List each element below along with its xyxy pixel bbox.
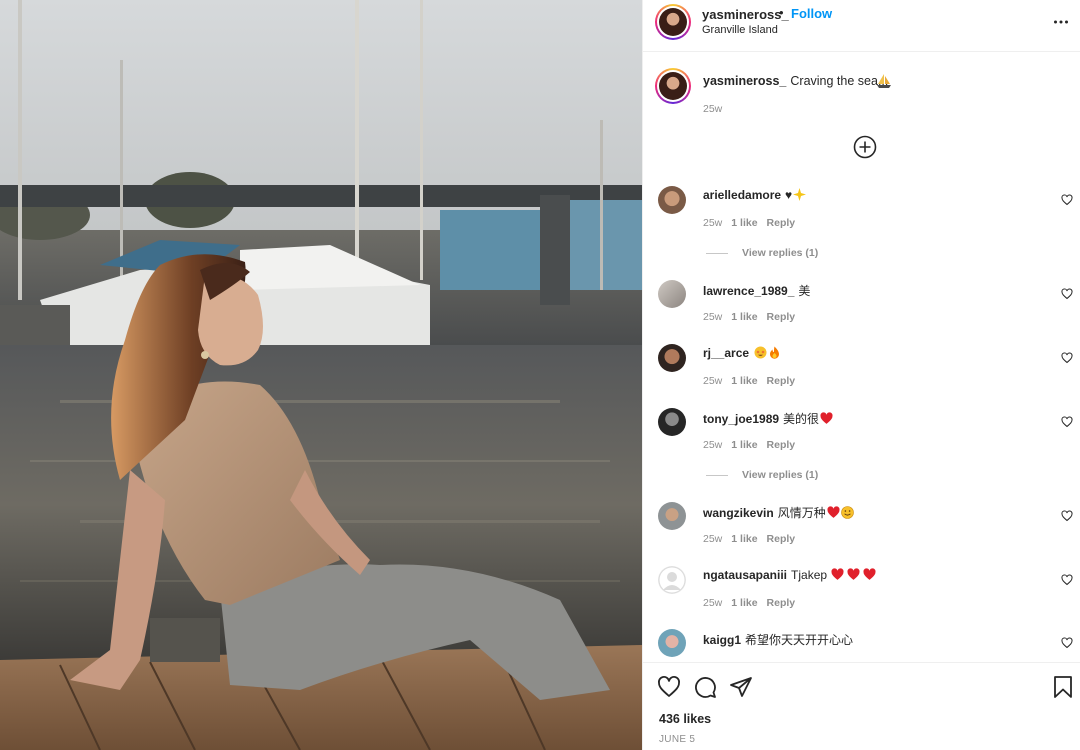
commenter-avatar[interactable]: [658, 566, 686, 594]
comment-meta: 25w 1 like Reply: [703, 375, 804, 387]
post-header: yasmineross_ • Follow Granville Island: [643, 0, 1080, 52]
caption-author-avatar[interactable]: [655, 68, 691, 104]
comment-body: 希望你天天开开心心: [745, 633, 854, 647]
red-heart-emoji-icon: [831, 568, 844, 580]
comment-text: kaigg1 希望你天天开开心心: [703, 631, 853, 648]
commenter-avatar[interactable]: [658, 408, 686, 436]
comment-like-count[interactable]: 1 like: [731, 597, 757, 609]
commenter-username[interactable]: wangzikevin: [703, 506, 774, 520]
reply-button[interactable]: Reply: [767, 311, 796, 323]
star-struck-emoji-icon: [754, 346, 767, 359]
comment-body: 风情万种: [777, 506, 826, 520]
post-detail-panel: yasmineross_ • Follow Granville Island y…: [642, 0, 1080, 750]
comment-meta: 25w 1 like Reply: [703, 217, 804, 229]
commenter-username[interactable]: arielledamore: [703, 188, 781, 202]
commenter-avatar[interactable]: [658, 502, 686, 530]
heart-icon[interactable]: [1061, 352, 1073, 364]
comment-like-count[interactable]: 1 like: [731, 311, 757, 323]
heart-icon[interactable]: [1061, 510, 1073, 522]
comment-time: 25w: [703, 375, 723, 387]
smiling-face-emoji-icon: [840, 506, 854, 519]
comment-body: 美的很: [783, 412, 820, 426]
comment-icon[interactable]: [693, 675, 717, 699]
red-heart-emoji-icon: [820, 412, 833, 424]
follow-button[interactable]: Follow: [791, 6, 832, 21]
comment-time: 25w: [703, 439, 723, 451]
view-replies-label: View replies (1): [742, 469, 819, 481]
comment-time: 25w: [703, 311, 723, 323]
comment-like-count[interactable]: 1 like: [731, 217, 757, 229]
commenter-username[interactable]: ngatausapaniii: [703, 568, 787, 582]
header-separator: •: [779, 5, 784, 20]
default-avatar-icon: [658, 566, 686, 594]
more-options-icon[interactable]: [1053, 14, 1069, 30]
author-username[interactable]: yasmineross_: [702, 7, 789, 22]
comment-time: 25w: [703, 533, 723, 545]
comment-meta: 25w 1 like Reply: [703, 533, 804, 545]
post-date[interactable]: JUNE 5: [659, 734, 695, 745]
heart-icon[interactable]: [1061, 637, 1073, 649]
view-replies-button[interactable]: View replies (1): [706, 247, 818, 259]
comment-body: 美: [798, 284, 811, 298]
comment-like-count[interactable]: 1 like: [731, 439, 757, 451]
sailboat-emoji-icon: [877, 74, 891, 88]
comment-meta: 25w 1 like Reply: [703, 597, 804, 609]
comment-text: wangzikevin 风情万种: [703, 504, 854, 521]
post-location[interactable]: Granville Island: [702, 24, 778, 36]
comment-meta: 25w 1 like Reply: [703, 439, 804, 451]
comment-text: tony_joe1989 美的很: [703, 410, 833, 427]
caption-text: Craving the sea...: [790, 74, 889, 88]
commenter-avatar[interactable]: [658, 629, 686, 657]
reply-button[interactable]: Reply: [767, 375, 796, 387]
view-replies-label: View replies (1): [742, 247, 819, 259]
heart-icon[interactable]: [1061, 288, 1073, 300]
comment-text: lawrence_1989_ 美: [703, 282, 810, 299]
comment-body: Tjakep: [791, 568, 828, 582]
share-icon[interactable]: [729, 675, 753, 699]
commenter-avatar[interactable]: [658, 280, 686, 308]
post-actions: 436 likes JUNE 5: [643, 662, 1080, 750]
comment-like-count[interactable]: 1 like: [731, 375, 757, 387]
comment-time: 25w: [703, 597, 723, 609]
heart-icon[interactable]: [657, 675, 681, 699]
plus-circle-icon[interactable]: [853, 135, 877, 159]
comment-meta: 25w 1 like Reply: [703, 311, 804, 323]
like-count[interactable]: 436 likes: [659, 712, 711, 726]
reply-button[interactable]: Reply: [767, 439, 796, 451]
commenter-username[interactable]: kaigg1: [703, 633, 741, 647]
commenter-username[interactable]: lawrence_1989_: [703, 284, 794, 298]
comment-like-count[interactable]: 1 like: [731, 533, 757, 545]
view-replies-button[interactable]: View replies (1): [706, 469, 818, 481]
red-heart-emoji-icon: [847, 568, 860, 580]
fire-emoji-icon: [770, 346, 780, 359]
author-avatar[interactable]: [655, 4, 691, 40]
commenter-avatar[interactable]: [658, 186, 686, 214]
comment-text: rj__arce: [703, 346, 781, 360]
post-photo[interactable]: [0, 0, 642, 750]
caption: yasmineross_ Craving the sea...: [703, 74, 888, 88]
post-photo-illustration: [0, 0, 642, 750]
sparkles-emoji-icon: [793, 188, 807, 201]
reply-button[interactable]: Reply: [767, 217, 796, 229]
comment-text: arielledamore ♥: [703, 188, 807, 202]
commenter-avatar[interactable]: [658, 344, 686, 372]
bookmark-icon[interactable]: [1051, 675, 1075, 699]
heart-icon[interactable]: [1061, 574, 1073, 586]
red-heart-emoji-icon: [827, 506, 840, 518]
reply-button[interactable]: Reply: [767, 533, 796, 545]
caption-timestamp: 25w: [703, 103, 723, 115]
comment-body: ♥: [785, 188, 793, 202]
reply-button[interactable]: Reply: [767, 597, 796, 609]
commenter-username[interactable]: tony_joe1989: [703, 412, 779, 426]
commenter-username[interactable]: rj__arce: [703, 346, 749, 360]
caption-username[interactable]: yasmineross_: [703, 74, 786, 88]
red-heart-emoji-icon: [863, 568, 876, 580]
heart-icon[interactable]: [1061, 194, 1073, 206]
comment-time: 25w: [703, 217, 723, 229]
comment-text: ngatausapaniii Tjakep: [703, 568, 876, 582]
heart-icon[interactable]: [1061, 416, 1073, 428]
